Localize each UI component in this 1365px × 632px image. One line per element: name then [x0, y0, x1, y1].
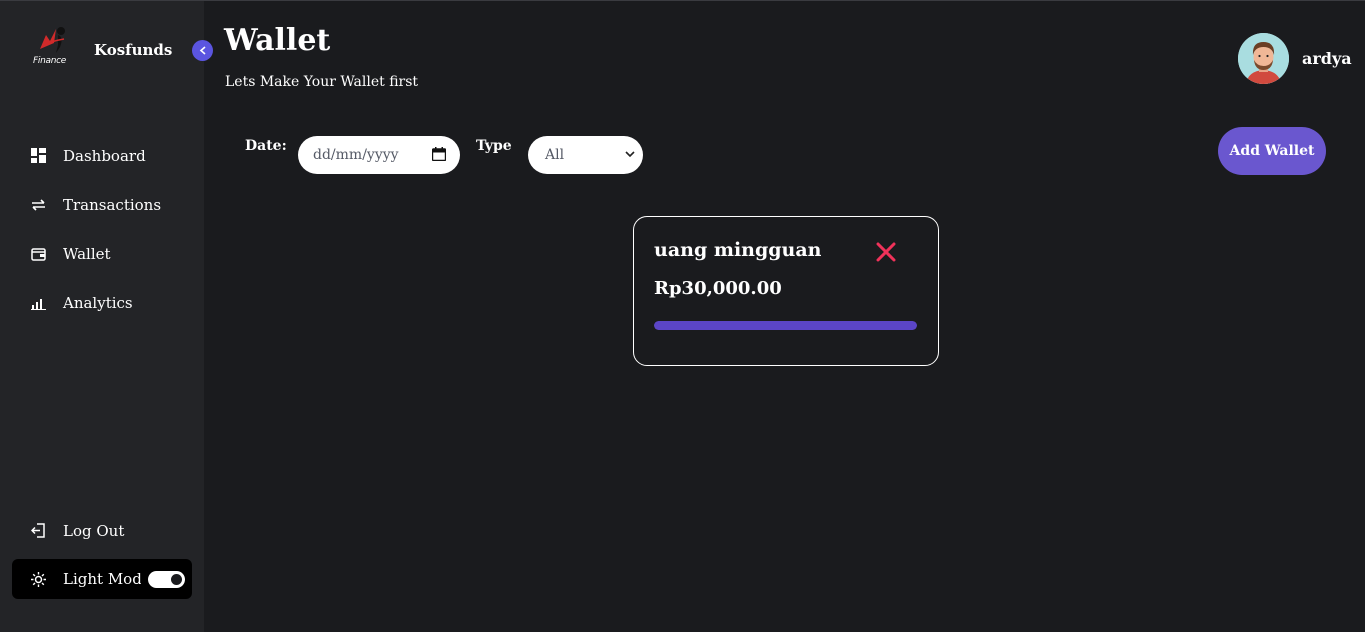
- brand-name: Kosfunds: [94, 41, 173, 59]
- type-select[interactable]: All: [528, 136, 643, 174]
- sun-icon: [30, 571, 46, 587]
- sidebar-item-label: Wallet: [63, 244, 111, 263]
- sidebar-item-transactions[interactable]: Transactions: [0, 180, 204, 229]
- logout-label: Log Out: [63, 521, 125, 540]
- avatar[interactable]: [1238, 33, 1289, 84]
- sidebar-item-label: Dashboard: [63, 146, 146, 165]
- sidebar-collapse-button[interactable]: [192, 40, 213, 61]
- sidebar-item-wallet[interactable]: Wallet: [0, 229, 204, 278]
- sidebar-item-label: Analytics: [63, 293, 133, 312]
- wallet-name: uang mingguan: [654, 239, 822, 261]
- theme-toggle[interactable]: [148, 571, 185, 588]
- logo[interactable]: Finance: [30, 23, 74, 73]
- logout-section: Log Out: [0, 506, 204, 555]
- sidebar: Finance Kosfunds Dashboard Transactions: [0, 1, 204, 632]
- page-title: Wallet: [224, 23, 331, 58]
- page-subtitle: Lets Make Your Wallet first: [225, 74, 419, 90]
- delete-wallet-icon[interactable]: [876, 242, 896, 262]
- calendar-icon[interactable]: [432, 147, 446, 161]
- type-selected-value: All: [545, 147, 565, 163]
- dashboard-icon: [30, 148, 46, 164]
- sidebar-item-analytics[interactable]: Analytics: [0, 278, 204, 327]
- username: ardya: [1302, 49, 1352, 68]
- wallet-progress-fill: [654, 321, 917, 330]
- logo-text: Finance: [33, 56, 66, 66]
- logo-mark-icon: [40, 27, 65, 53]
- app-root: Finance Kosfunds Dashboard Transactions: [0, 0, 1365, 632]
- date-input[interactable]: dd/mm/yyyy: [298, 136, 460, 174]
- bar-chart-icon: [30, 295, 46, 311]
- type-label: Type: [476, 138, 512, 154]
- add-wallet-button[interactable]: Add Wallet: [1218, 127, 1326, 175]
- toggle-knob: [171, 574, 182, 585]
- swap-arrows-icon: [30, 197, 46, 213]
- logout-button[interactable]: Log Out: [0, 506, 204, 555]
- date-label: Date:: [245, 138, 287, 154]
- wallet-card[interactable]: uang mingguan Rp30,000.00: [633, 216, 939, 366]
- chevron-down-icon: [625, 151, 635, 158]
- sidebar-item-label: Transactions: [63, 195, 162, 214]
- theme-label: Light Mode: [63, 570, 141, 588]
- wallet-icon: [30, 246, 46, 262]
- sidebar-item-dashboard[interactable]: Dashboard: [0, 131, 204, 180]
- user-profile[interactable]: ardya: [1238, 33, 1352, 84]
- logout-icon: [30, 523, 46, 539]
- brand: Finance Kosfunds: [30, 23, 172, 73]
- chevron-left-icon: [199, 46, 206, 55]
- wallet-progress-bar: [654, 321, 917, 330]
- theme-switcher: Light Mode: [12, 559, 192, 599]
- date-placeholder: dd/mm/yyyy: [313, 147, 399, 163]
- wallet-amount: Rp30,000.00: [654, 278, 782, 299]
- sidebar-nav: Dashboard Transactions Wallet Analytics: [0, 131, 204, 327]
